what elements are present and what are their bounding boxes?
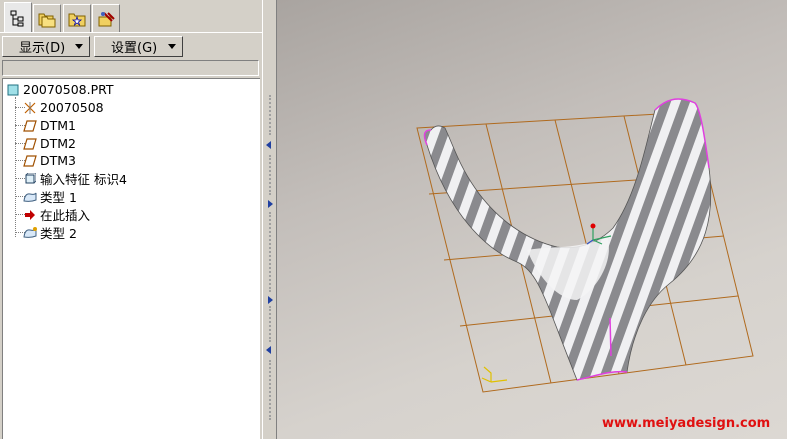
tree-root-label: 20070508.PRT	[23, 82, 114, 97]
tree-item-label: 类型 1	[40, 190, 77, 205]
expand-right-icon[interactable]	[268, 296, 273, 304]
folder-browser-icon	[38, 13, 56, 27]
tree-item-label: 20070508	[40, 100, 104, 115]
insert-here-arrow-icon	[23, 208, 37, 222]
navigator-tab-strip	[0, 0, 270, 33]
tree-item-label: 输入特征 标识4	[40, 172, 127, 187]
surface-feature-icon	[23, 190, 37, 204]
chevron-down-icon	[75, 44, 83, 49]
display-menu-label: 显示(D)	[19, 41, 66, 56]
collapse-left-icon[interactable]	[266, 141, 271, 149]
graphics-viewport[interactable]	[277, 0, 787, 439]
tree-item[interactable]: DTM2	[23, 135, 76, 152]
orientation-triad-icon	[481, 366, 508, 383]
settings-menu-label: 设置(G)	[111, 41, 158, 56]
settings-menu-button[interactable]: 设置(G)	[94, 36, 183, 57]
datum-plane-icon	[23, 154, 37, 168]
coordinate-system-icon	[23, 101, 37, 115]
datum-plane-icon	[23, 137, 37, 151]
favorites-icon	[68, 13, 86, 26]
tree-item-label: 在此插入	[40, 208, 91, 223]
tab-model-tree[interactable]	[4, 2, 32, 33]
tab-favorites[interactable]	[63, 4, 91, 32]
tree-item[interactable]: DTM3	[23, 152, 76, 169]
expand-right-icon[interactable]	[268, 200, 273, 208]
model-tree: 20070508.PRT 20070508 DTM1 DTM2 DTM3 输入特…	[2, 78, 260, 439]
model-tree-menu-bar: 显示(D) 设置(G)	[2, 36, 260, 58]
connections-icon	[98, 11, 115, 26]
tree-item[interactable]: 类型 2	[23, 224, 77, 241]
tree-item-label: DTM1	[40, 118, 76, 133]
part-icon	[6, 83, 20, 97]
tree-item-label: DTM3	[40, 153, 76, 168]
tree-item-label: DTM2	[40, 136, 76, 151]
datum-plane-icon	[23, 119, 37, 133]
model-graphics[interactable]	[277, 0, 787, 439]
tree-item[interactable]: 类型 1	[23, 188, 77, 205]
y-shaped-surface[interactable]	[423, 98, 712, 381]
tab-folder-browser[interactable]	[33, 4, 61, 32]
tree-item-label: 类型 2	[40, 226, 77, 241]
panel-splitter[interactable]	[262, 0, 277, 439]
tree-item[interactable]: 输入特征 标识4	[23, 170, 127, 187]
model-tree-panel: 显示(D) 设置(G) 20070508.PRT 20070508 DTM1 D…	[0, 0, 270, 439]
watermark-text: www.meiyadesign.com	[602, 416, 771, 431]
tab-connections[interactable]	[92, 4, 120, 32]
import-feature-icon	[23, 172, 37, 186]
tree-item-insert-here[interactable]: 在此插入	[23, 206, 90, 223]
tree-filter-field[interactable]	[2, 60, 259, 76]
tree-root-part[interactable]: 20070508.PRT	[6, 81, 114, 98]
tree-item[interactable]: 20070508	[23, 99, 104, 116]
model-tree-icon	[10, 10, 24, 27]
surface-feature-icon	[23, 226, 37, 240]
tree-item[interactable]: DTM1	[23, 117, 76, 134]
chevron-down-icon	[168, 44, 176, 49]
display-menu-button[interactable]: 显示(D)	[2, 36, 90, 57]
collapse-left-icon[interactable]	[266, 346, 271, 354]
